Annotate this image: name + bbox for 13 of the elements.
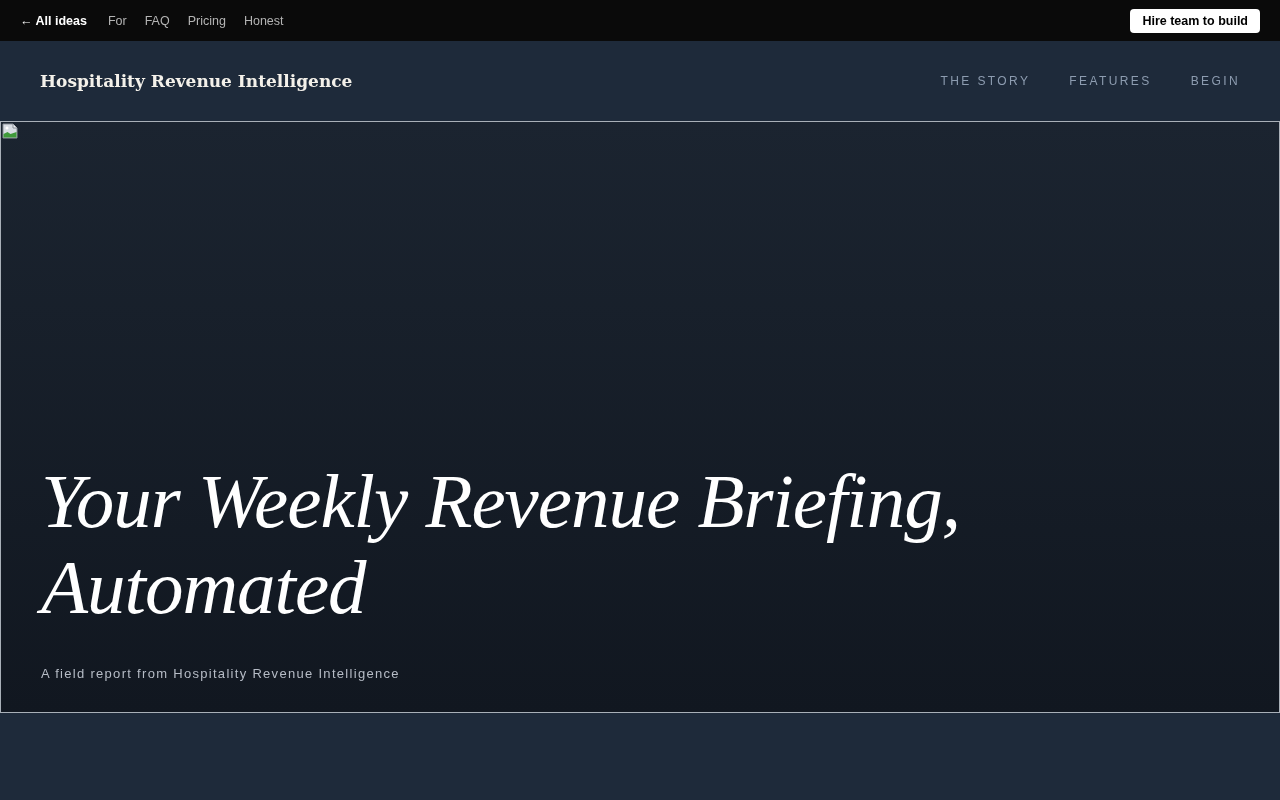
top-nav-link[interactable]: Pricing — [187, 13, 226, 28]
nav-link[interactable]: THE STORY — [940, 74, 1031, 88]
back-link[interactable]: ← All ideas — [20, 13, 87, 28]
nav-link[interactable]: BEGIN — [1190, 74, 1240, 88]
hero-subtitle: A field report from Hospitality Revenue Intelligence — [41, 666, 400, 681]
top-nav-link[interactable]: For — [107, 13, 127, 28]
nav-link[interactable]: FEATURES — [1069, 74, 1152, 88]
hero-title: Your Weekly Revenue Briefing, Automated — [29, 458, 1013, 636]
top-nav-link[interactable]: FAQ — [144, 13, 170, 28]
site-title: Hospitality Revenue Intelligence — [40, 71, 353, 91]
hire-team-button[interactable]: Hire team to build — [1130, 8, 1260, 33]
broken-image-icon — [2, 123, 18, 139]
top-nav-link[interactable]: Honest — [243, 13, 284, 28]
